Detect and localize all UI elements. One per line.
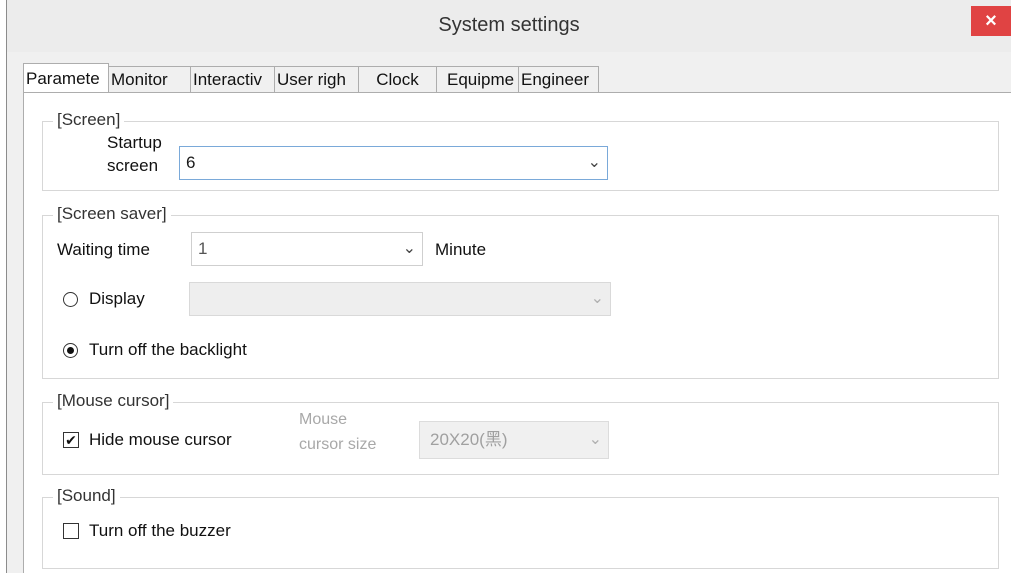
startup-screen-label-line1: Startup xyxy=(107,133,162,152)
mouse-cursor-legend: [Mouse cursor] xyxy=(53,391,174,411)
cursor-size-value: 20X20(黑) xyxy=(430,430,508,449)
hide-cursor-checkbox[interactable]: ✔ xyxy=(63,432,79,448)
buzzer-label: Turn off the buzzer xyxy=(89,521,231,540)
display-screen-select: ⌄ xyxy=(189,282,611,316)
tab-user-rights[interactable]: User righ xyxy=(275,66,359,92)
cursor-size-label-line2: cursor size xyxy=(299,436,377,453)
tab-monitor[interactable]: Monitor xyxy=(109,66,191,92)
chevron-down-icon: ⌄ xyxy=(402,240,416,257)
startup-screen-select[interactable]: 6 ⌄ xyxy=(179,146,608,180)
close-button[interactable]: × xyxy=(971,6,1011,36)
tab-parameters[interactable]: Paramete xyxy=(23,63,109,93)
display-label: Display xyxy=(89,289,145,308)
waiting-time-select[interactable]: 1 ⌄ xyxy=(191,232,423,266)
mouse-cursor-group: [Mouse cursor] ✔ Hide mouse cursor Mouse… xyxy=(42,391,999,475)
chevron-down-icon: ⌄ xyxy=(590,290,604,307)
backlight-label: Turn off the backlight xyxy=(89,340,247,359)
minute-unit-label: Minute xyxy=(435,240,487,259)
chevron-down-icon: ⌄ xyxy=(588,431,602,448)
system-settings-window: System settings × Paramete Monitor Inter… xyxy=(6,0,1011,573)
chevron-down-icon: ⌄ xyxy=(587,154,601,171)
tab-equipment[interactable]: Equipme xyxy=(437,66,519,92)
waiting-time-value: 1 xyxy=(198,239,208,258)
screen-group: [Screen] Startup screen 6 ⌄ xyxy=(42,110,999,191)
parameters-panel: [Screen] Startup screen 6 ⌄ [Screen save… xyxy=(23,92,1011,573)
window-title: System settings xyxy=(438,14,580,36)
display-radio[interactable] xyxy=(63,292,78,307)
buzzer-checkbox[interactable] xyxy=(63,523,79,539)
close-icon: × xyxy=(985,10,997,32)
radio-selected-dot xyxy=(67,347,74,354)
startup-screen-label-line2: screen xyxy=(107,156,159,175)
screen-saver-group: [Screen saver] Waiting time 1 ⌄ Minute D… xyxy=(42,204,999,379)
checkmark-icon: ✔ xyxy=(65,432,77,448)
backlight-radio[interactable] xyxy=(63,343,78,358)
tab-clock[interactable]: Clock xyxy=(359,66,437,92)
tab-interactive[interactable]: Interactiv xyxy=(191,66,275,92)
cursor-size-select: 20X20(黑) ⌄ xyxy=(419,421,609,459)
sound-group: [Sound] Turn off the buzzer xyxy=(42,486,999,569)
sound-legend: [Sound] xyxy=(53,486,120,506)
waiting-time-label: Waiting time xyxy=(57,240,150,259)
title-bar[interactable]: System settings × xyxy=(7,0,1011,52)
hide-cursor-label: Hide mouse cursor xyxy=(89,430,232,449)
startup-screen-value: 6 xyxy=(186,153,196,172)
cursor-size-label-line1: Mouse xyxy=(299,411,348,428)
tab-engineering[interactable]: Engineer xyxy=(519,66,599,92)
screen-saver-legend: [Screen saver] xyxy=(53,204,171,224)
tab-strip: Paramete Monitor Interactiv User righ Cl… xyxy=(23,63,599,93)
screen-legend: [Screen] xyxy=(53,110,125,130)
